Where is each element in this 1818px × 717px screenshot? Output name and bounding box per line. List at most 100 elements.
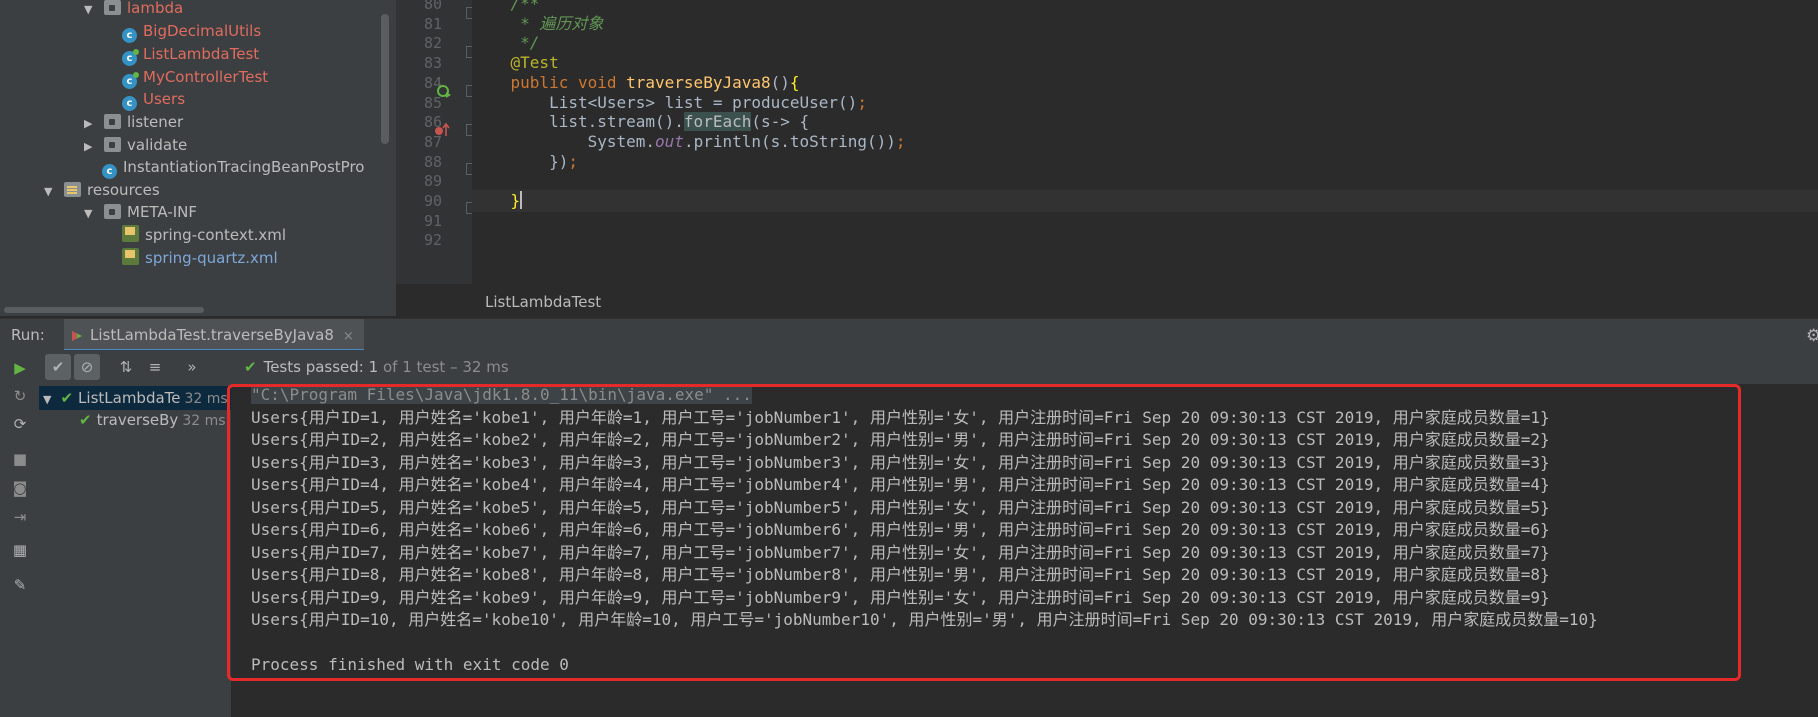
lambda-override-gutter-icon[interactable] [434,122,450,136]
run-panel-header: Run: ListLambdaTest.traverseByJava8 × ⚙ [0,318,1818,351]
layout-icon[interactable]: ▦ [10,540,30,560]
code-line[interactable]: } [472,190,1818,212]
test-name: ListLambdaTe [78,389,181,407]
code-editor[interactable]: /** * 遍历对象 */ @Test public void traverse… [472,0,1818,284]
tree-item-label: spring-context.xml [145,226,287,244]
expanded-arrow-icon[interactable]: ▼ [84,0,98,23]
code-line[interactable]: * 遍历对象 [472,13,1818,35]
code-line[interactable] [472,229,1818,251]
code-token: { [789,72,800,92]
spring-xml-icon [122,248,139,265]
expanded-arrow-icon[interactable]: ▼ [44,179,58,205]
import-icon[interactable]: ⇥ [10,507,30,527]
rerun-icon[interactable]: ▶ [10,358,30,378]
code-line[interactable] [472,210,1818,232]
run-side-toolbar: ▶ ↻ ⟳ ■ ◙ ⇥ ▦ ✎ [0,350,40,717]
code-token: @Test [472,53,559,73]
code-line[interactable]: System.out.println(s.toString()); [472,131,1818,153]
line-number: 89 [423,172,442,191]
sort-alphabetically-icon[interactable]: ⇅ [113,354,139,380]
tree-item-label: MyControllerTest [143,68,269,86]
code-line[interactable]: @Test [472,52,1818,74]
code-token: } [472,191,521,210]
line-number: 82 [423,34,442,53]
test-results-tree: ▼ ✔ ListLambdaTe 32 ms ✔ traverseBy 32 ms [39,384,231,717]
test-tree-item[interactable]: ✔ traverseBy 32 ms [79,408,226,432]
collapsed-arrow-icon[interactable]: ▶ [84,134,98,160]
tree-item[interactable]: spring-quartz.xml [122,245,278,271]
code-line[interactable]: public void traverseByJava8(){ [472,72,1818,94]
package-folder-icon [104,204,121,219]
project-tree-hscrollbar[interactable] [4,307,204,313]
tree-item-label: spring-quartz.xml [145,249,278,267]
pin-icon[interactable]: ✎ [10,575,30,595]
expand-more-icon[interactable]: » [184,354,200,380]
status-suffix: of 1 test – 32 ms [382,358,509,376]
run-config-tab[interactable]: ListLambdaTest.traverseByJava8 × [64,319,364,351]
code-token: System. [472,131,656,151]
project-tree-scrollbar[interactable] [381,14,389,144]
code-line[interactable] [472,170,1818,192]
resources-folder-icon [64,182,81,197]
close-icon[interactable]: × [343,329,354,344]
code-token: forEach [683,112,752,132]
pass-check-icon: ✔ [79,411,92,429]
line-number: 90 [423,192,442,210]
code-token: public void [472,72,627,92]
package-folder-icon [104,137,121,152]
camera-icon[interactable]: ◙ [10,478,30,498]
code-line[interactable]: */ [472,32,1818,54]
package-folder-icon [104,114,121,129]
test-duration: 32 ms [182,413,226,429]
run-label: Run: [11,326,45,344]
code-line[interactable]: List<Users> list = produceUser(); [472,92,1818,114]
expanded-arrow-icon[interactable]: ▼ [84,201,98,227]
test-status: ✔ Tests passed: 1 of 1 test – 32 ms [244,350,509,384]
code-token: * 遍历对象 [472,13,604,33]
code-token: (s-> { [751,112,810,132]
show-passed-icon[interactable]: ✔ [45,354,71,380]
rerun-failed-icon[interactable]: ↻ [10,386,30,406]
run-test-gutter-icon[interactable] [436,83,451,98]
show-ignored-icon[interactable]: ⊘ [74,354,100,380]
package-folder-icon [104,0,121,15]
line-number: 81 [423,14,442,33]
expanded-arrow-icon[interactable]: ▼ [43,393,51,406]
line-number: 91 [423,211,442,230]
code-token: */ [472,33,540,53]
code-token: .println(s.toString()) [683,131,896,151]
annotation-highlight-box [227,384,1741,681]
tree-item-label: validate [127,136,188,154]
code-line[interactable]: }); [472,151,1818,173]
run-config-icon [72,331,82,341]
code-token: ; [857,92,867,112]
project-tree: ▼ lambda c BigDecimalUtils c ListLambdaTest c M… [0,0,396,316]
tree-item-label: lambda [127,0,184,17]
editor-breadcrumb[interactable]: ListLambdaTest [472,290,1818,314]
sort-by-duration-icon[interactable]: ≡ [142,354,168,380]
code-line[interactable]: list.stream().forEach(s-> { [472,111,1818,133]
stop-icon[interactable]: ■ [10,449,30,469]
pass-check-icon: ✔ [60,389,74,407]
code-token: ; [568,151,578,171]
test-name: traverseBy [96,411,179,429]
toggle-auto-test-icon[interactable]: ⟳ [10,414,30,434]
pass-check-icon: ✔ [244,358,257,376]
test-tree-item[interactable]: ▼ ✔ ListLambdaTe 32 ms [43,386,228,410]
tree-item-label: META-INF [127,203,198,221]
run-config-tab-title: ListLambdaTest.traverseByJava8 [90,326,334,344]
code-token: /** [472,0,540,13]
tree-item-label: BigDecimalUtils [143,22,262,40]
gear-icon[interactable]: ⚙ [1806,326,1818,346]
tree-item-label: Users [143,90,186,108]
tree-item-label: listener [127,113,184,131]
code-token: list.stream(). [472,112,684,132]
code-token: traverseByJava8 [626,72,771,92]
code-token: ; [895,131,906,151]
code-token: }) [472,151,569,171]
test-toolbar: ✔ ⊘ ⇅ ≡ » ✔ Tests passed: 1 of 1 test – 3… [39,350,1818,384]
line-number: 83 [423,54,442,73]
code-token: out [655,131,684,151]
test-duration: 32 ms [184,391,228,407]
tree-item-label: resources [87,181,160,199]
